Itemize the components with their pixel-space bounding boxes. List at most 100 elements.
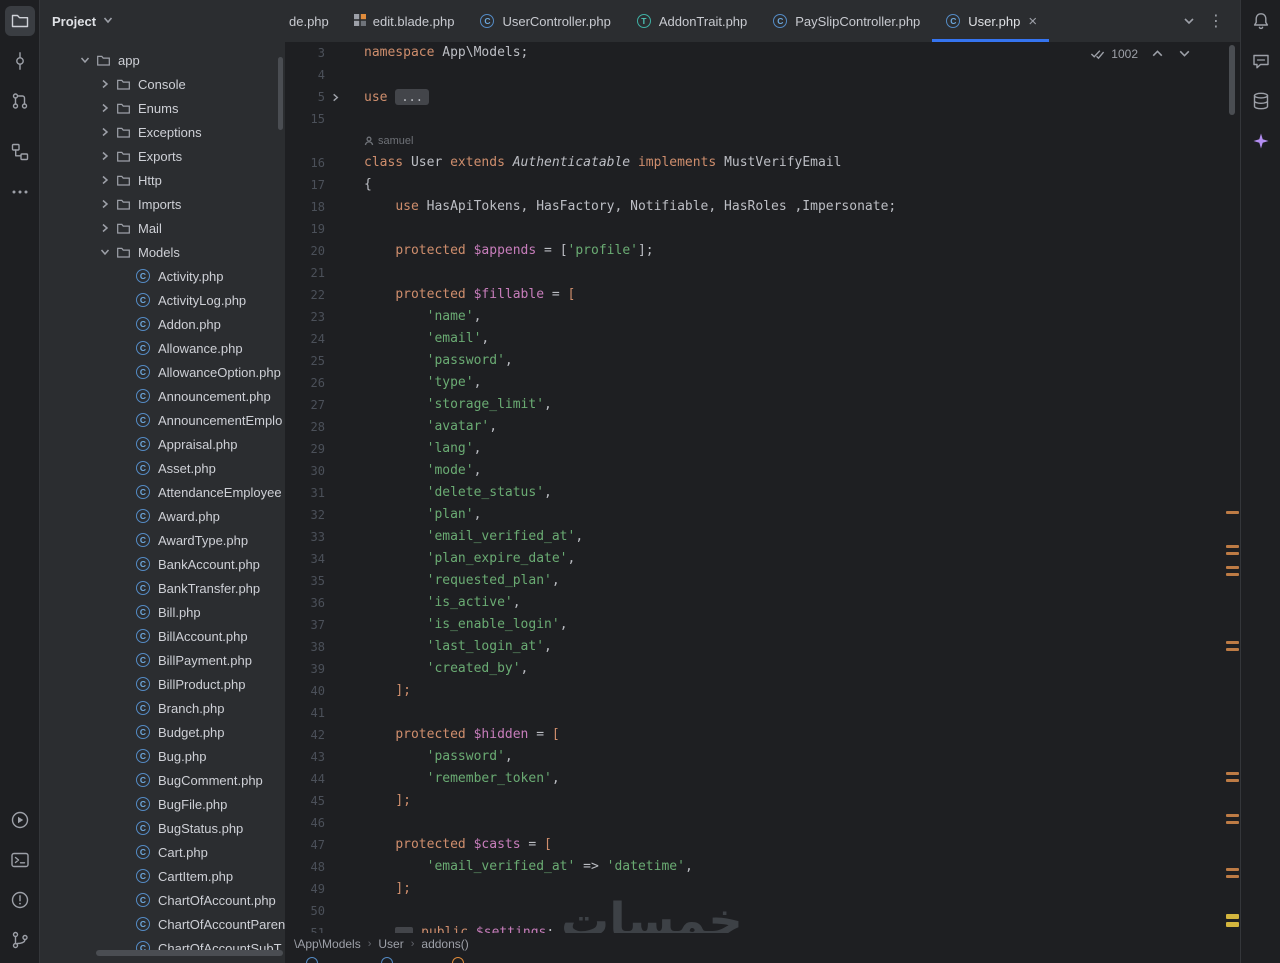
tree-item-BankTransfer.php[interactable]: C BankTransfer.php [40, 576, 285, 600]
code-line[interactable]: 49 ]; [285, 878, 1240, 900]
tree-item-Appraisal.php[interactable]: C Appraisal.php [40, 432, 285, 456]
tree-item-Bug.php[interactable]: C Bug.php [40, 744, 285, 768]
breadcrumb-item[interactable]: addons() [421, 937, 468, 951]
tree-item-BillPayment.php[interactable]: C BillPayment.php [40, 648, 285, 672]
code-line[interactable]: 29 'lang', [285, 438, 1240, 460]
code-line[interactable]: 30 'mode', [285, 460, 1240, 482]
code-line[interactable]: 26 'type', [285, 372, 1240, 394]
chevron-right-icon[interactable] [96, 78, 114, 90]
code-line[interactable]: 45 ]; [285, 790, 1240, 812]
run-icon[interactable] [5, 805, 35, 835]
code-line[interactable]: 46 [285, 812, 1240, 834]
code-line[interactable]: 36 'is_active', [285, 592, 1240, 614]
tree-item-AttendanceEmployee[interactable]: C AttendanceEmployee [40, 480, 285, 504]
tree-item-AnnouncementEmplo[interactable]: C AnnouncementEmplo [40, 408, 285, 432]
tree-item-Branch.php[interactable]: C Branch.php [40, 696, 285, 720]
tree-item-AwardType.php[interactable]: C AwardType.php [40, 528, 285, 552]
tree-item-ChartOfAccountParen[interactable]: C ChartOfAccountParen [40, 912, 285, 936]
tree-item-Activity.php[interactable]: C Activity.php [40, 264, 285, 288]
code-line[interactable]: 43 'password', [285, 746, 1240, 768]
project-icon[interactable] [4, 6, 35, 36]
tree-item-Cart.php[interactable]: C Cart.php [40, 840, 285, 864]
code-line[interactable]: 25 'password', [285, 350, 1240, 372]
tree-item-BugComment.php[interactable]: C BugComment.php [40, 768, 285, 792]
pull-requests-icon[interactable] [5, 86, 35, 116]
tree-item-BillAccount.php[interactable]: C BillAccount.php [40, 624, 285, 648]
notifications-icon[interactable] [1246, 6, 1276, 36]
code-line[interactable]: 17{ [285, 174, 1240, 196]
code-line[interactable]: 4 [285, 64, 1240, 86]
code-line[interactable]: 41 [285, 702, 1240, 724]
tab-edit.blade.php[interactable]: edit.blade.php [341, 0, 467, 42]
structure-icon[interactable] [5, 137, 35, 167]
chevron-right-icon[interactable] [96, 126, 114, 138]
tree-item-Exceptions[interactable]: Exceptions [40, 120, 285, 144]
code-line[interactable]: 33 'email_verified_at', [285, 526, 1240, 548]
inspections-widget[interactable]: 1002 [1090, 46, 1192, 61]
tree-item-Asset.php[interactable]: C Asset.php [40, 456, 285, 480]
project-panel-header[interactable]: Project [40, 0, 285, 42]
tree-item-Award.php[interactable]: C Award.php [40, 504, 285, 528]
code-line[interactable]: 50 [285, 900, 1240, 922]
code-line[interactable]: 42 protected $hidden = [ [285, 724, 1240, 746]
code-line[interactable]: 27 'storage_limit', [285, 394, 1240, 416]
code-line[interactable]: 5 use ... [285, 86, 1240, 108]
tab-UserController.php[interactable]: C UserController.php [466, 0, 622, 42]
chevron-right-icon[interactable] [96, 198, 114, 210]
tree-item-Imports[interactable]: Imports [40, 192, 285, 216]
code-line[interactable]: 38 'last_login_at', [285, 636, 1240, 658]
tree-item-ChartOfAccountSubT[interactable]: C ChartOfAccountSubT [40, 936, 285, 960]
tree-item-Exports[interactable]: Exports [40, 144, 285, 168]
tree-item-Mail[interactable]: Mail [40, 216, 285, 240]
editor-scrollbar[interactable] [1229, 45, 1235, 115]
code-editor[interactable]: 3 namespace App\Models; 4 5 use ... 15 samuel 1… [285, 42, 1240, 933]
code-line[interactable]: 40 ]; [285, 680, 1240, 702]
tree-item-ActivityLog.php[interactable]: C ActivityLog.php [40, 288, 285, 312]
code-line[interactable]: 51 public $settings; [285, 922, 1240, 933]
tab-AddonTrait.php[interactable]: T AddonTrait.php [623, 0, 759, 42]
tree-item-BugStatus.php[interactable]: C BugStatus.php [40, 816, 285, 840]
breadcrumb-item[interactable]: \App\Models [294, 937, 361, 951]
tree-item-Allowance.php[interactable]: C Allowance.php [40, 336, 285, 360]
code-line[interactable]: 32 'plan', [285, 504, 1240, 526]
terminal-icon[interactable] [5, 845, 35, 875]
code-line[interactable]: 39 'created_by', [285, 658, 1240, 680]
code-line[interactable]: 47 protected $casts = [ [285, 834, 1240, 856]
tree-item-CartItem.php[interactable]: C CartItem.php [40, 864, 285, 888]
ai-assistant-icon[interactable] [1246, 126, 1276, 156]
tree-item-Addon.php[interactable]: C Addon.php [40, 312, 285, 336]
tree-item-BugFile.php[interactable]: C BugFile.php [40, 792, 285, 816]
chevron-right-icon[interactable] [96, 102, 114, 114]
tab-list-chevron-icon[interactable] [1182, 0, 1196, 42]
next-problem-icon[interactable] [1177, 46, 1192, 61]
more-icon[interactable] [5, 177, 35, 207]
tab-User.php[interactable]: C User.php × [932, 0, 1049, 42]
tree-item-ChartOfAccount.php[interactable]: C ChartOfAccount.php [40, 888, 285, 912]
code-line[interactable]: 37 'is_enable_login', [285, 614, 1240, 636]
tree-item-Models[interactable]: Models [40, 240, 285, 264]
tree-item-AllowanceOption.php[interactable]: C AllowanceOption.php [40, 360, 285, 384]
tree-item-Http[interactable]: Http [40, 168, 285, 192]
prev-problem-icon[interactable] [1150, 46, 1165, 61]
code-line[interactable]: 21 [285, 262, 1240, 284]
chevron-right-icon[interactable] [96, 222, 114, 234]
commit-icon[interactable] [5, 46, 35, 76]
chevron-down-icon[interactable] [76, 54, 94, 66]
code-line[interactable]: 19 [285, 218, 1240, 240]
fold-arrow-icon[interactable] [325, 86, 345, 108]
tab-PaySlipController.php[interactable]: C PaySlipController.php [759, 0, 932, 42]
tab-de.php[interactable]: de.php [285, 0, 341, 42]
code-line[interactable]: 28 'avatar', [285, 416, 1240, 438]
code-line[interactable]: 24 'email', [285, 328, 1240, 350]
code-line[interactable]: 23 'name', [285, 306, 1240, 328]
git-branch-icon[interactable] [5, 925, 35, 955]
chevron-right-icon[interactable] [96, 150, 114, 162]
code-line[interactable]: 18 use HasApiTokens, HasFactory, Notifia… [285, 196, 1240, 218]
tree-item-BankAccount.php[interactable]: C BankAccount.php [40, 552, 285, 576]
code-line[interactable]: 44 'remember_token', [285, 768, 1240, 790]
author-label[interactable]: samuel [345, 130, 413, 152]
error-stripe[interactable] [1226, 42, 1239, 933]
close-icon[interactable]: × [1028, 14, 1037, 29]
problems-icon[interactable] [5, 885, 35, 915]
tree-item-Budget.php[interactable]: C Budget.php [40, 720, 285, 744]
